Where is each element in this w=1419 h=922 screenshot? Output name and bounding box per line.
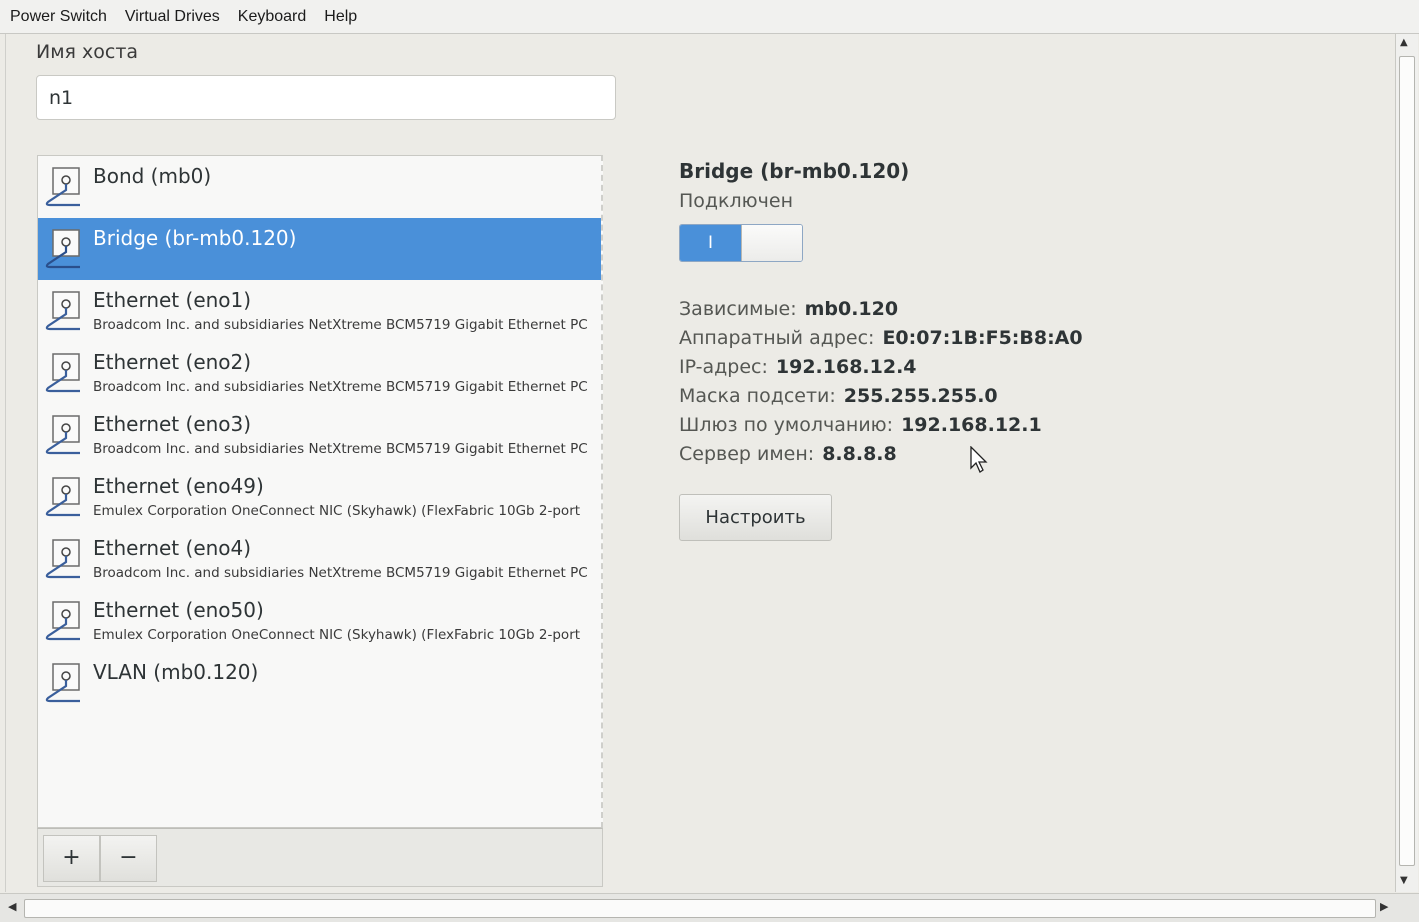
list-item[interactable]: Ethernet (eno3) Broadcom Inc. and subsid… xyxy=(38,404,601,466)
configure-button[interactable]: Настроить xyxy=(679,494,832,541)
scroll-down-icon[interactable]: ▼ xyxy=(1400,875,1408,886)
connection-subtitle: Broadcom Inc. and subsidiaries NetXtreme… xyxy=(93,565,588,581)
list-toolbar: + − xyxy=(37,828,603,887)
menubar: Power Switch Virtual Drives Keyboard Hel… xyxy=(0,0,1419,34)
scroll-up-icon[interactable]: ▲ xyxy=(1400,37,1408,48)
property-label: Зависимые: xyxy=(679,298,797,320)
property-dns-server: Сервер имен: 8.8.8.8 xyxy=(679,443,897,465)
menu-virtual-drives[interactable]: Virtual Drives xyxy=(125,8,220,26)
property-label: Маска подсети: xyxy=(679,385,836,407)
property-value: 192.168.12.4 xyxy=(775,356,917,378)
connection-title: Ethernet (eno4) xyxy=(93,536,252,560)
connection-subtitle: Broadcom Inc. and subsidiaries NetXtreme… xyxy=(93,317,588,333)
list-item[interactable]: Ethernet (eno1) Broadcom Inc. and subsid… xyxy=(38,280,601,342)
property-label: IP-адрес: xyxy=(679,356,768,378)
vertical-scrollbar[interactable]: ▲ ▼ xyxy=(1395,34,1418,892)
connection-list[interactable]: Bond (mb0) Bridge (br-mb0.120) Ethernet … xyxy=(37,155,603,828)
scroll-left-icon[interactable]: ◀ xyxy=(8,900,16,913)
connection-toggle[interactable]: I xyxy=(679,224,803,262)
property-value: 192.168.12.1 xyxy=(901,414,1042,436)
connection-title: Bridge (br-mb0.120) xyxy=(93,226,297,250)
scrollbar-thumb[interactable] xyxy=(1399,56,1415,866)
connection-state: Подключен xyxy=(679,190,793,212)
connection-subtitle: Emulex Corporation OneConnect NIC (Skyha… xyxy=(93,503,581,519)
list-item[interactable]: Bridge (br-mb0.120) xyxy=(38,218,601,280)
scroll-right-icon[interactable]: ▶ xyxy=(1380,900,1388,913)
connection-title: Ethernet (eno1) xyxy=(93,288,252,312)
scrollbar-thumb[interactable] xyxy=(24,899,1376,918)
property-hardware-address: Аппаратный адрес: E0:07:1B:F5:B8:A0 xyxy=(679,327,1083,349)
toggle-on-label: I xyxy=(680,225,741,261)
property-label: Аппаратный адрес: xyxy=(679,327,875,349)
list-item[interactable]: Bond (mb0) xyxy=(38,156,601,218)
network-wired-icon xyxy=(45,415,80,455)
property-ip-address: IP-адрес: 192.168.12.4 xyxy=(679,356,917,378)
property-value: mb0.120 xyxy=(804,298,899,320)
remove-connection-button[interactable]: − xyxy=(100,835,157,882)
menu-keyboard[interactable]: Keyboard xyxy=(238,8,307,26)
property-label: Шлюз по умолчанию: xyxy=(679,414,894,436)
connection-title: Ethernet (eno2) xyxy=(93,350,252,374)
network-wired-icon xyxy=(45,167,80,207)
property-default-gateway: Шлюз по умолчанию: 192.168.12.1 xyxy=(679,414,1042,436)
list-item[interactable]: Ethernet (eno49) Emulex Corporation OneC… xyxy=(38,466,601,528)
hostname-input[interactable] xyxy=(36,75,616,120)
connection-title: VLAN (mb0.120) xyxy=(93,660,259,684)
connection-subtitle: Broadcom Inc. and subsidiaries NetXtreme… xyxy=(93,441,588,457)
list-item[interactable]: Ethernet (eno50) Emulex Corporation OneC… xyxy=(38,590,601,652)
menu-help[interactable]: Help xyxy=(324,8,357,26)
list-item[interactable]: VLAN (mb0.120) xyxy=(38,652,601,714)
property-subnet-mask: Маска подсети: 255.255.255.0 xyxy=(679,385,998,407)
connection-subtitle: Emulex Corporation OneConnect NIC (Skyha… xyxy=(93,627,581,643)
connection-title: Bond (mb0) xyxy=(93,164,212,188)
menu-power-switch[interactable]: Power Switch xyxy=(10,8,107,26)
network-wired-icon xyxy=(45,539,80,579)
property-dependents: Зависимые: mb0.120 xyxy=(679,298,898,320)
mouse-pointer-icon xyxy=(970,446,988,473)
hostname-label: Имя хоста xyxy=(36,41,139,63)
network-wired-icon xyxy=(45,663,80,703)
network-wired-icon xyxy=(45,353,80,393)
property-value: E0:07:1B:F5:B8:A0 xyxy=(882,327,1083,349)
connection-subtitle: Broadcom Inc. and subsidiaries NetXtreme… xyxy=(93,379,588,395)
connection-title: Ethernet (eno49) xyxy=(93,474,264,498)
add-connection-button[interactable]: + xyxy=(43,835,100,882)
network-wired-icon xyxy=(45,229,80,269)
connection-title: Ethernet (eno50) xyxy=(93,598,264,622)
network-wired-icon xyxy=(45,601,80,641)
connection-title: Ethernet (eno3) xyxy=(93,412,252,436)
list-item[interactable]: Ethernet (eno2) Broadcom Inc. and subsid… xyxy=(38,342,601,404)
detail-title: Bridge (br-mb0.120) xyxy=(679,159,910,183)
toggle-knob[interactable] xyxy=(741,225,802,261)
property-value: 255.255.255.0 xyxy=(843,385,998,407)
property-value: 8.8.8.8 xyxy=(822,443,897,465)
property-label: Сервер имен: xyxy=(679,443,815,465)
horizontal-scrollbar[interactable]: ◀ ▶ xyxy=(0,893,1419,922)
network-wired-icon xyxy=(45,477,80,517)
network-wired-icon xyxy=(45,291,80,331)
list-item[interactable]: Ethernet (eno4) Broadcom Inc. and subsid… xyxy=(38,528,601,590)
